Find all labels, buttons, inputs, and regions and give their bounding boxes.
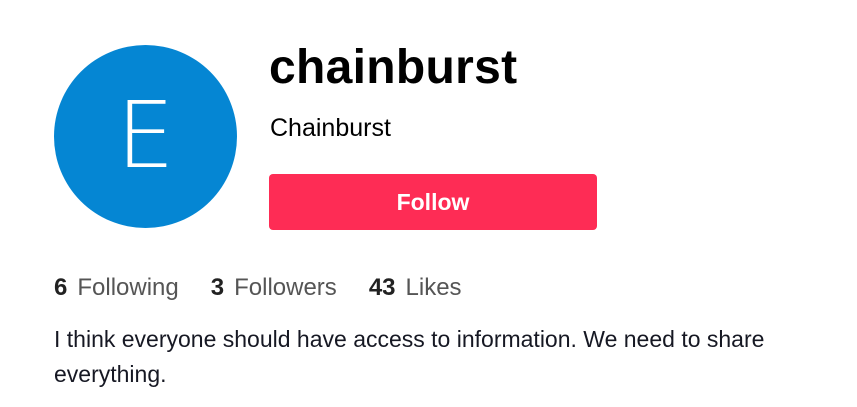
followers-stat[interactable]: 3 Followers (211, 270, 337, 306)
following-stat[interactable]: 6 Following (54, 270, 179, 306)
display-name: Chainburst (270, 114, 391, 142)
likes-label: Likes (405, 274, 462, 301)
likes-count: 43 (368, 274, 396, 301)
username: chainburst (269, 41, 518, 94)
bio-text: I think everyone should have access to i… (54, 326, 765, 387)
following-label: Following (77, 274, 179, 301)
following-count: 6 (54, 274, 68, 301)
avatar-initial: E (116, 81, 175, 189)
profile-header: E chainburst Chainburst Follow 6 Followi… (0, 0, 857, 407)
profile-stats: 6 Following 3 Followers 43 Likes (54, 270, 494, 306)
followers-label: Followers (234, 274, 337, 301)
avatar[interactable]: E (54, 45, 237, 228)
follow-button[interactable]: Follow (269, 174, 597, 230)
likes-stat: 43 Likes (369, 270, 462, 306)
followers-count: 3 (210, 274, 225, 301)
